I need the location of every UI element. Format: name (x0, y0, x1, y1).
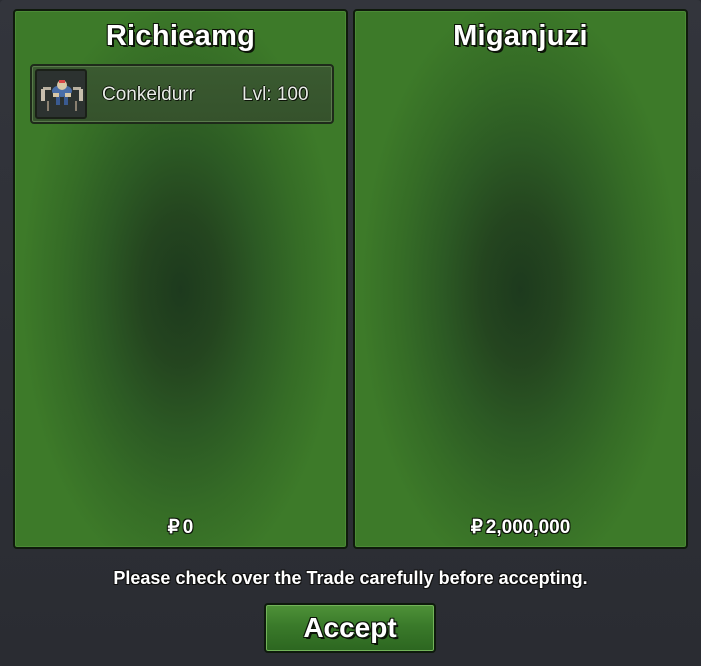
trade-notice-text: Please check over the Trade carefully be… (113, 568, 588, 588)
pokedollar-icon: ₽ (470, 517, 483, 538)
money-amount-left: 0 (182, 517, 194, 538)
item-pokemon-level: Lvl: 100 (242, 84, 309, 105)
trader-name-left: Richieamg (105, 20, 256, 52)
accept-button[interactable]: Accept (264, 603, 436, 653)
item-pokemon-name: Conkeldurr (102, 84, 195, 105)
trade-item-slot[interactable]: Conkeldurr Lvl: 100 (30, 64, 334, 124)
trader-name-right: Miganjuzi (453, 20, 588, 52)
pokedollar-icon: ₽ (167, 517, 180, 538)
trade-offer-panel-right: Miganjuzi ₽2,000,000 (353, 9, 688, 549)
trade-window: Richieamg Conkeldurr Lvl: 100 ₽ 0 Miganj… (0, 0, 701, 666)
conkeldurr-sprite-icon (35, 69, 87, 119)
trade-offer-panel-left: Richieamg Conkeldurr Lvl: 100 ₽ 0 (13, 9, 348, 549)
money-offer-right: ₽2,000,000 (355, 516, 686, 539)
money-amount-right: 2,000,000 (485, 517, 571, 538)
money-offer-left: ₽0 (15, 516, 346, 539)
